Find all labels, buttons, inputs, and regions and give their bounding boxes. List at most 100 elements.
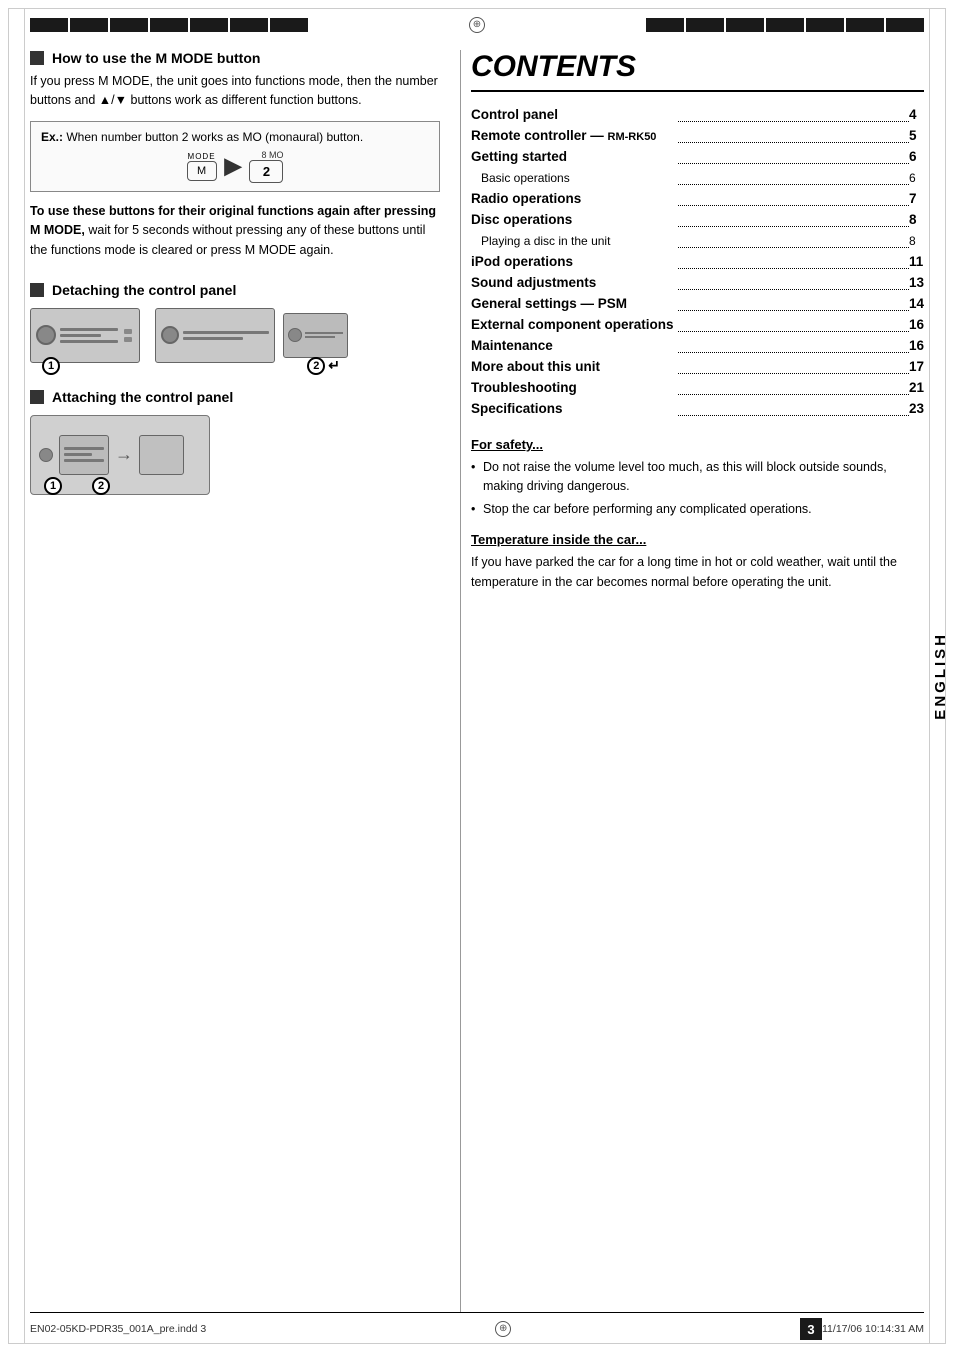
toc-num: 17	[905, 359, 924, 374]
header-block	[110, 18, 148, 32]
safety-item: Stop the car before performing any compl…	[471, 500, 924, 519]
toc-dots	[678, 226, 909, 227]
panel-line	[60, 334, 101, 337]
m-mode-body: If you press M MODE, the unit goes into …	[30, 72, 440, 111]
toc-row: Remote controller — RM-RK50 5	[471, 125, 924, 146]
header-block	[646, 18, 684, 32]
toc-num: 4	[905, 107, 917, 122]
toc-num: 8	[905, 212, 917, 227]
attach-header: Attaching the control panel	[30, 389, 440, 405]
toc-row: Radio operations 7	[471, 188, 924, 209]
panel-line	[60, 328, 118, 331]
toc-row: Getting started 6	[471, 146, 924, 167]
m-mode-header: How to use the M MODE button	[30, 50, 440, 66]
toc-num: 5	[905, 128, 917, 143]
toc-row: Disc operations 8	[471, 209, 924, 230]
unit-circle	[161, 326, 179, 344]
toc-label: Remote controller — RM-RK50	[471, 128, 656, 143]
toc-label: Disc operations	[471, 212, 572, 227]
panel-mini-lines	[305, 332, 343, 338]
panel-btn	[124, 337, 132, 342]
panel-btn	[124, 329, 132, 334]
device-unit-1: 1	[30, 308, 140, 363]
english-label: ENGLISH	[932, 632, 949, 720]
header-block	[30, 18, 68, 32]
header-blocks-right	[644, 18, 924, 32]
detach-step-1: 1	[42, 357, 60, 375]
toc-label-sub: Basic operations	[471, 171, 570, 185]
arrow-right-icon: ▶	[225, 153, 242, 179]
toc-row: Control panel 4	[471, 104, 924, 125]
toc-num: 6	[905, 149, 917, 164]
toc-num-sub: 6	[905, 171, 916, 185]
header-blocks-left	[30, 18, 310, 32]
example-row: MODE M ▶ 8 MO 2	[41, 150, 429, 183]
temp-title: Temperature inside the car...	[471, 532, 924, 547]
scene-unit-slot	[139, 435, 184, 475]
toc-dots	[678, 289, 909, 290]
safety-item: Do not raise the volume level too much, …	[471, 458, 924, 496]
detach-header: Detaching the control panel	[30, 282, 440, 298]
main-content: How to use the M MODE button If you pres…	[30, 50, 924, 1312]
panel-buttons	[122, 327, 134, 344]
example-description: When number button 2 works as MO (monaur…	[66, 130, 363, 144]
attach-steps: 1 2	[44, 477, 110, 495]
safety-item-text: Stop the car before performing any compl…	[483, 502, 812, 516]
english-sidebar: ENGLISH	[926, 100, 954, 1252]
bold-note-text: wait for 5 seconds without pressing any …	[30, 223, 425, 256]
toc-row-sub: Playing a disc in the unit 8	[471, 230, 924, 251]
header-bar: ⊕	[30, 18, 924, 32]
toc-dots	[678, 415, 909, 416]
toc-dots	[678, 331, 909, 332]
unit-line	[183, 337, 243, 340]
main-unit	[155, 308, 275, 363]
header-block	[190, 18, 228, 32]
header-block	[150, 18, 188, 32]
toc-dots	[678, 352, 909, 353]
header-block	[686, 18, 724, 32]
device-pair	[155, 308, 348, 363]
step-1-badge: 1	[42, 357, 60, 375]
toc-label: Sound adjustments	[471, 275, 596, 290]
toc-dots	[678, 373, 909, 374]
toc-row: Sound adjustments 13	[471, 272, 924, 293]
mini-line	[305, 336, 335, 338]
header-block	[846, 18, 884, 32]
section-square-icon	[30, 390, 44, 404]
section-square-icon	[30, 283, 44, 297]
header-block	[70, 18, 108, 32]
attach-step-2: 2	[92, 477, 110, 495]
toc-dots	[678, 142, 909, 143]
scene-line	[64, 459, 104, 462]
toc-label: Radio operations	[471, 191, 581, 206]
toc-dots	[678, 394, 909, 395]
toc-label: Maintenance	[471, 338, 553, 353]
safety-title: For safety...	[471, 437, 924, 452]
unit-lines	[183, 331, 269, 340]
toc-row: iPod operations 11	[471, 251, 924, 272]
toc-row-sub: Basic operations 6	[471, 167, 924, 188]
result-number: 2	[249, 160, 283, 183]
left-column: How to use the M MODE button If you pres…	[30, 50, 460, 1312]
detached-panel	[283, 313, 348, 358]
header-block	[726, 18, 764, 32]
toc-num: 21	[905, 380, 924, 395]
compass-icon: ⊕	[469, 17, 485, 33]
right-column: CONTENTS Control panel 4 Remote controll…	[460, 50, 924, 1312]
m-button: M	[187, 161, 217, 181]
example-box: Ex.: When number button 2 works as MO (m…	[30, 121, 440, 192]
safety-item-text: Do not raise the volume level too much, …	[483, 460, 887, 493]
result-label: 8 MO	[249, 150, 283, 160]
panel-face-1	[30, 308, 140, 363]
toc-dots	[678, 184, 909, 185]
toc-label: Getting started	[471, 149, 567, 164]
panel-line	[60, 340, 118, 343]
toc-label: Troubleshooting	[471, 380, 577, 395]
toc-num: 23	[905, 401, 924, 416]
contents-title: CONTENTS	[471, 50, 924, 92]
footer-compass-icon: ⊕	[495, 1321, 511, 1337]
attach-illustration: → 1 2	[30, 415, 440, 495]
device-unit-2: 2 ↵	[155, 308, 348, 363]
toc-dots	[678, 163, 909, 164]
toc-row: External component operations 16	[471, 314, 924, 335]
